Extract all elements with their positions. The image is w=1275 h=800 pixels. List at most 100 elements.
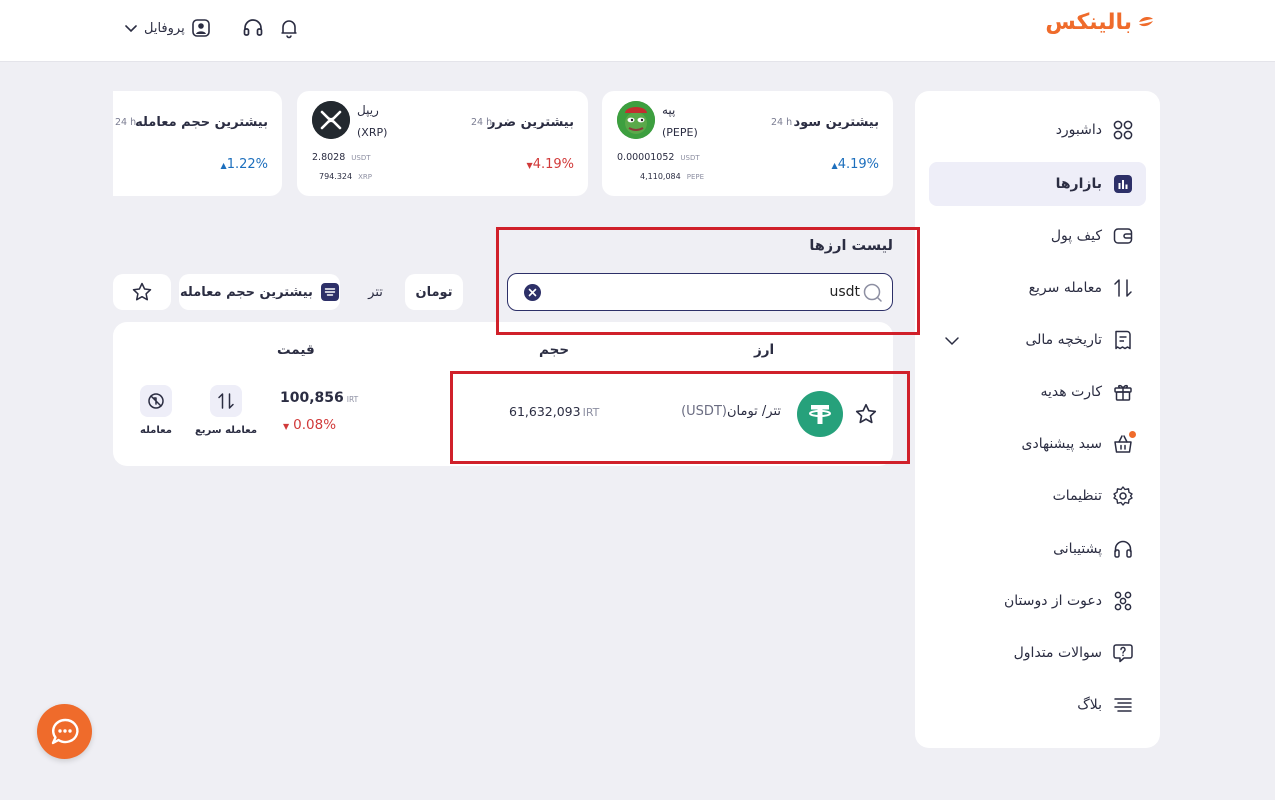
chat-bubble-icon xyxy=(51,718,79,744)
row-change: ▼ 0.08% xyxy=(283,417,337,433)
sidebar-item-label: بازارها xyxy=(1055,176,1102,192)
stat-title: بیشترین ضرر xyxy=(487,115,574,130)
logo[interactable]: بالینکس xyxy=(1045,8,1154,38)
sidebar-item-blog[interactable]: بلاگ xyxy=(929,683,1146,727)
logo-text: بالینکس xyxy=(1045,10,1132,35)
column-header-price: قیمت xyxy=(277,342,315,358)
headset-icon xyxy=(243,19,263,36)
gear-icon xyxy=(1112,485,1134,507)
stat-change: ▲1.22% xyxy=(220,157,268,172)
sidebar-item-faq[interactable]: سوالات متداول xyxy=(929,631,1146,675)
sidebar-item-financial-history[interactable]: تاریخچه مالی xyxy=(929,318,1146,362)
logo-mark-icon xyxy=(1139,17,1153,27)
coin-price: 2.8028 USDT xyxy=(312,152,371,163)
swap-arrows-icon xyxy=(1112,277,1134,299)
stat-period: 24 h xyxy=(771,117,793,128)
wallet-icon xyxy=(1112,225,1134,247)
notifications-button[interactable] xyxy=(277,16,301,40)
chat-support-button[interactable] xyxy=(37,704,92,759)
gift-icon xyxy=(1112,381,1134,403)
sidebar-item-label: پشتیبانی xyxy=(1053,541,1102,557)
coin-price: 0.00001052 USDT xyxy=(617,152,700,163)
sidebar-item-label: کارت هدیه xyxy=(1040,384,1102,400)
stat-change: ▲4.19% xyxy=(831,157,879,172)
sidebar-item-suggested-basket[interactable]: سبد پیشنهادی xyxy=(929,422,1146,466)
sidebar-item-label: داشبورد xyxy=(1055,122,1102,138)
basket-icon xyxy=(1112,431,1136,455)
trade-action-button[interactable]: معامله xyxy=(126,385,186,445)
sidebar-item-support[interactable]: پشتیبانی xyxy=(929,527,1146,571)
coin-symbol: (XRP) xyxy=(357,126,388,139)
search-input[interactable] xyxy=(548,274,864,309)
stat-card-top-gainer[interactable]: بیشترین سود 24 h ▲4.19% پپه (PEPE) 0.000… xyxy=(602,91,893,196)
notification-dot xyxy=(1129,431,1136,438)
chevron-down-icon xyxy=(125,25,137,33)
sidebar-item-gift-card[interactable]: کارت هدیه xyxy=(929,370,1146,414)
sidebar-item-label: تاریخچه مالی xyxy=(1025,332,1102,348)
favorites-filter-button[interactable] xyxy=(113,274,171,310)
sidebar-item-label: کیف پول xyxy=(1050,228,1102,244)
sidebar-item-label: بلاگ xyxy=(1077,697,1102,713)
sidebar-item-settings[interactable]: تنظیمات xyxy=(929,474,1146,518)
blog-lines-icon xyxy=(1112,694,1134,716)
bell-icon xyxy=(281,20,297,39)
action-label: معامله سریع xyxy=(194,425,258,436)
invite-friends-icon xyxy=(1112,590,1134,612)
search-box xyxy=(507,273,893,311)
row-currency-name[interactable]: (USDT)تتر/ تومان xyxy=(675,404,781,419)
top-bar: بالینکس پروفایل xyxy=(0,0,1275,62)
coin-name: پپه xyxy=(662,103,676,117)
coin-name: ریپل xyxy=(357,103,379,117)
dashboard-grid-icon xyxy=(1112,119,1134,141)
sort-list-icon xyxy=(320,283,339,301)
filter-tether-button[interactable]: تتر xyxy=(348,274,403,310)
trade-icon xyxy=(140,385,172,417)
sidebar-item-label: سوالات متداول xyxy=(1013,645,1102,661)
currency-table: ارز حجم قیمت (USDT)تتر/ تومان 61,632,093… xyxy=(113,322,893,466)
profile-menu-button[interactable]: پروفایل xyxy=(124,16,216,40)
sidebar-item-label: تنظیمات xyxy=(1052,488,1102,504)
support-headset-button[interactable] xyxy=(241,16,265,40)
favorite-star-icon[interactable] xyxy=(854,402,878,426)
pepe-coin-icon xyxy=(617,101,655,139)
xrp-coin-icon xyxy=(312,101,350,139)
sort-volume-button[interactable]: بیشترین حجم معامله xyxy=(179,274,340,310)
swap-arrows-icon xyxy=(210,385,242,417)
quick-trade-action-button[interactable]: معامله سریع xyxy=(194,385,258,445)
sidebar: داشبورد بازارها کیف پول معامله سریع تاری… xyxy=(915,91,1160,748)
clear-search-icon[interactable] xyxy=(524,284,541,301)
stat-period: 24 h xyxy=(115,117,137,128)
sidebar-item-markets[interactable]: بازارها xyxy=(929,162,1146,206)
sidebar-item-invite-friends[interactable]: دعوت از دوستان xyxy=(929,579,1146,623)
currency-list-title: لیست ارزها xyxy=(809,238,893,254)
column-header-currency: ارز xyxy=(754,342,775,358)
sidebar-item-label: دعوت از دوستان xyxy=(1003,593,1102,609)
star-outline-icon xyxy=(132,282,152,301)
row-price: 100,856 IRT xyxy=(280,390,359,406)
stat-change: ▼4.19% xyxy=(526,157,574,172)
headset-icon xyxy=(1112,538,1134,560)
stat-title: بیشترین حجم معامله xyxy=(135,115,268,130)
sidebar-item-wallet[interactable]: کیف پول xyxy=(929,214,1146,258)
action-label: معامله xyxy=(140,425,172,436)
sort-label: بیشترین حجم معامله xyxy=(180,284,313,300)
chevron-down-icon[interactable] xyxy=(943,332,961,350)
coin-volume: 4,110,084 PEPE xyxy=(640,172,705,181)
filter-toman-button[interactable]: تومان xyxy=(405,274,463,310)
column-header-volume: حجم xyxy=(539,342,570,358)
sidebar-item-dashboard[interactable]: داشبورد xyxy=(929,108,1146,152)
coin-volume: 794.324 XRP xyxy=(319,172,372,181)
tether-coin-icon xyxy=(797,391,843,437)
stat-period: 24 h xyxy=(471,117,493,128)
profile-label: پروفایل xyxy=(144,20,185,36)
search-icon xyxy=(863,283,882,302)
faq-icon xyxy=(1112,642,1134,664)
coin-symbol: (PEPE) xyxy=(662,126,698,139)
stat-title: بیشترین سود xyxy=(793,115,879,130)
sidebar-item-quick-trade[interactable]: معامله سریع xyxy=(929,266,1146,310)
row-volume: 61,632,093 IRT xyxy=(509,404,600,419)
sidebar-item-label: سبد پیشنهادی xyxy=(1021,436,1103,452)
markets-chart-icon xyxy=(1112,173,1134,195)
stat-card-top-loser[interactable]: بیشترین ضرر 24 h ▼4.19% ریپل (XRP) 2.802… xyxy=(297,91,588,196)
stat-card-top-volume[interactable]: بیشترین حجم معامله 24 h ▲1.22% xyxy=(113,91,282,196)
